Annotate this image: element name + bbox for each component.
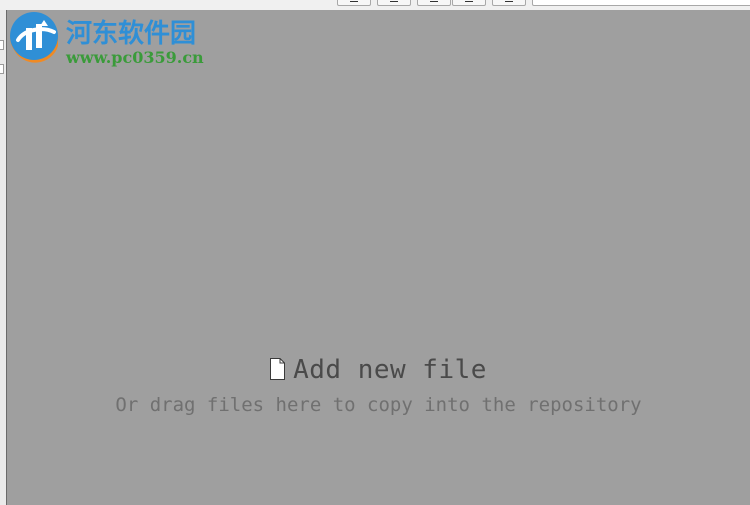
toolbar-glyph-icon: [505, 0, 513, 2]
app-window: Add new file Or drag files here to copy …: [0, 0, 750, 505]
file-icon-svg: [270, 358, 286, 380]
drag-files-hint: Or drag files here to copy into the repo…: [115, 394, 642, 416]
watermark-title: 河东软件园: [66, 19, 197, 49]
watermark-logo-icon: [10, 12, 59, 63]
left-panel-edge: [0, 10, 7, 505]
toolbar-glyph-icon: [430, 0, 438, 2]
toolbar-glyph-icon: [465, 0, 473, 2]
toolbar-glyph-icon: [350, 0, 358, 2]
toolbar-button-5[interactable]: [492, 0, 526, 6]
toolbar-button-3[interactable]: [417, 0, 451, 6]
add-new-file-button[interactable]: Add new file: [7, 355, 750, 385]
toolbar-button-4[interactable]: [452, 0, 486, 6]
watermark: 河东软件园 www.pc0359.cn: [4, 10, 214, 70]
file-drop-zone[interactable]: Add new file Or drag files here to copy …: [7, 10, 750, 505]
toolbar-glyph-icon: [390, 0, 398, 2]
add-new-file-label[interactable]: Add new file: [293, 355, 487, 385]
toolbar-button-1[interactable]: [337, 0, 371, 6]
file-icon: [270, 358, 286, 380]
toolbar-search-field[interactable]: [532, 0, 750, 6]
toolbar-button-2[interactable]: [377, 0, 411, 6]
watermark-url: www.pc0359.cn: [66, 48, 204, 67]
